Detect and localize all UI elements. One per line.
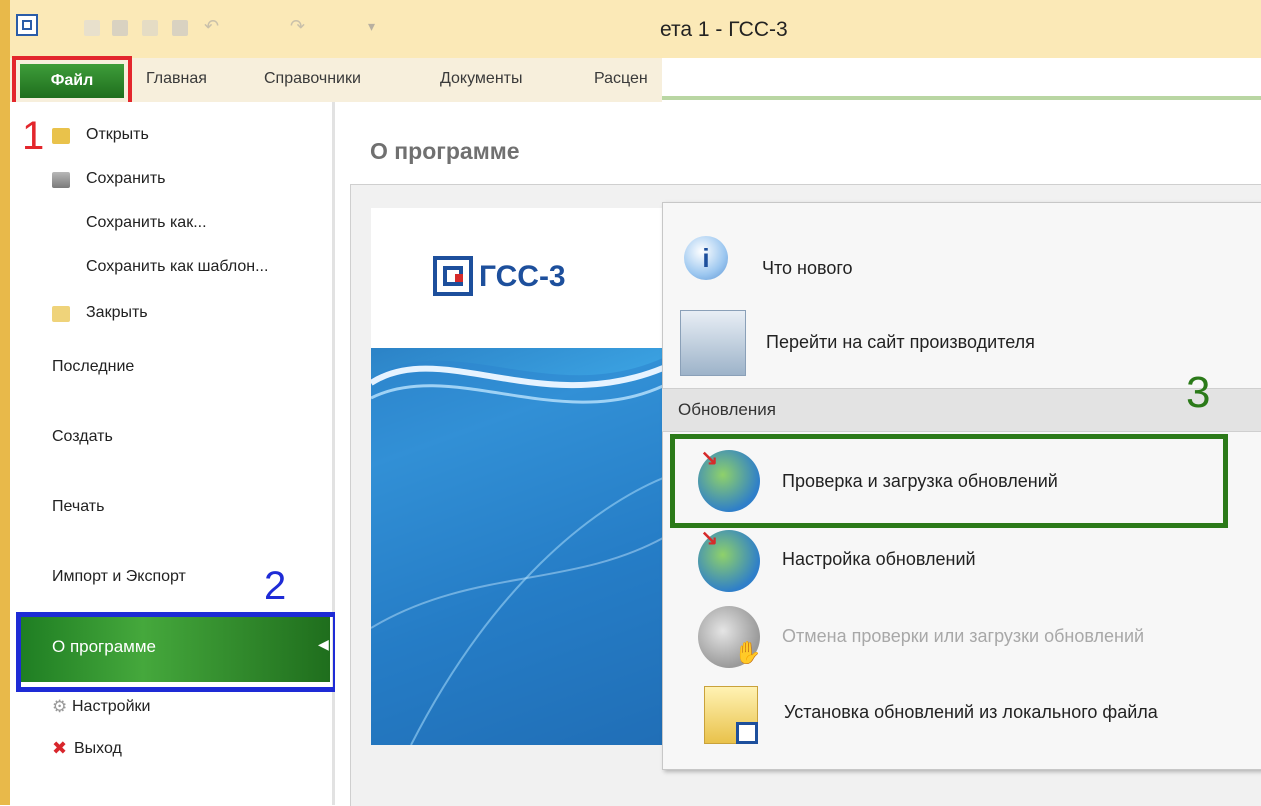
exit-icon: ✖ — [52, 738, 68, 758]
menu-save[interactable]: Сохранить — [86, 170, 166, 188]
stop-hand-icon: ✋ — [734, 640, 762, 665]
page-title: О программе — [370, 138, 520, 164]
undo-icon[interactable]: ↶ — [204, 16, 219, 37]
gss3-logo-icon — [433, 256, 473, 296]
menu-import-export[interactable]: Импорт и Экспорт — [52, 568, 186, 586]
window-title: ета 1 - ГСС-3 — [660, 18, 788, 41]
redo-icon[interactable]: ↷ — [290, 16, 305, 37]
tab-home[interactable]: Главная — [146, 70, 207, 88]
settings-arrow-icon: ↘ — [700, 526, 719, 551]
close-folder-icon — [52, 306, 70, 322]
updates-section-header: Обновления — [662, 388, 1261, 432]
tab-references[interactable]: Справочники — [264, 70, 361, 88]
menu-recent[interactable]: Последние — [52, 358, 134, 376]
logo-text: ГСС-3 — [479, 260, 566, 293]
info-icon: i — [684, 236, 728, 280]
annotation-box-3 — [670, 434, 1228, 528]
menu-open[interactable]: Открыть — [86, 126, 149, 144]
annotation-number-1: 1 — [22, 114, 45, 158]
tab-rates[interactable]: Расцен — [594, 70, 648, 88]
annotation-number-2: 2 — [264, 564, 287, 608]
tab-documents[interactable]: Документы — [440, 70, 522, 88]
menu-create[interactable]: Создать — [52, 428, 113, 446]
update-settings-item[interactable]: Настройка обновлений — [782, 549, 976, 570]
cancel-updates-item: Отмена проверки или загрузки обновлений — [782, 626, 1145, 646]
new-document-icon[interactable] — [84, 20, 100, 36]
open-icon[interactable] — [142, 20, 158, 36]
menu-settings[interactable]: Настройки — [72, 698, 150, 716]
ribbon-underline — [662, 96, 1261, 100]
menu-save-as[interactable]: Сохранить как... — [86, 214, 207, 232]
install-local-item[interactable]: Установка обновлений из локального файла — [784, 702, 1158, 723]
customize-qat-icon[interactable]: ▾ — [368, 18, 375, 35]
whats-new-item[interactable]: Что нового — [762, 258, 853, 279]
annotation-box-2 — [16, 612, 338, 692]
go-to-site-item[interactable]: Перейти на сайт производителя — [766, 332, 1035, 353]
menu-exit[interactable]: Выход — [74, 740, 122, 758]
website-icon — [680, 310, 746, 376]
save-icon — [52, 172, 70, 188]
menu-close[interactable]: Закрыть — [86, 304, 148, 322]
gss-small-logo-icon — [736, 722, 758, 744]
app-logo-icon[interactable] — [16, 14, 38, 36]
splash-image: ГСС-3 — [371, 208, 663, 745]
save-icon[interactable] — [112, 20, 128, 36]
menu-print[interactable]: Печать — [52, 498, 104, 516]
gear-icon: ⚙ — [52, 697, 68, 716]
print-icon[interactable] — [172, 20, 188, 36]
annotation-number-3: 3 — [1186, 368, 1211, 417]
menu-save-as-template[interactable]: Сохранить как шаблон... — [86, 258, 268, 276]
folder-icon — [52, 128, 70, 144]
updates-section-label: Обновления — [678, 400, 776, 419]
title-bar — [0, 0, 1261, 58]
window-left-edge — [0, 0, 10, 805]
